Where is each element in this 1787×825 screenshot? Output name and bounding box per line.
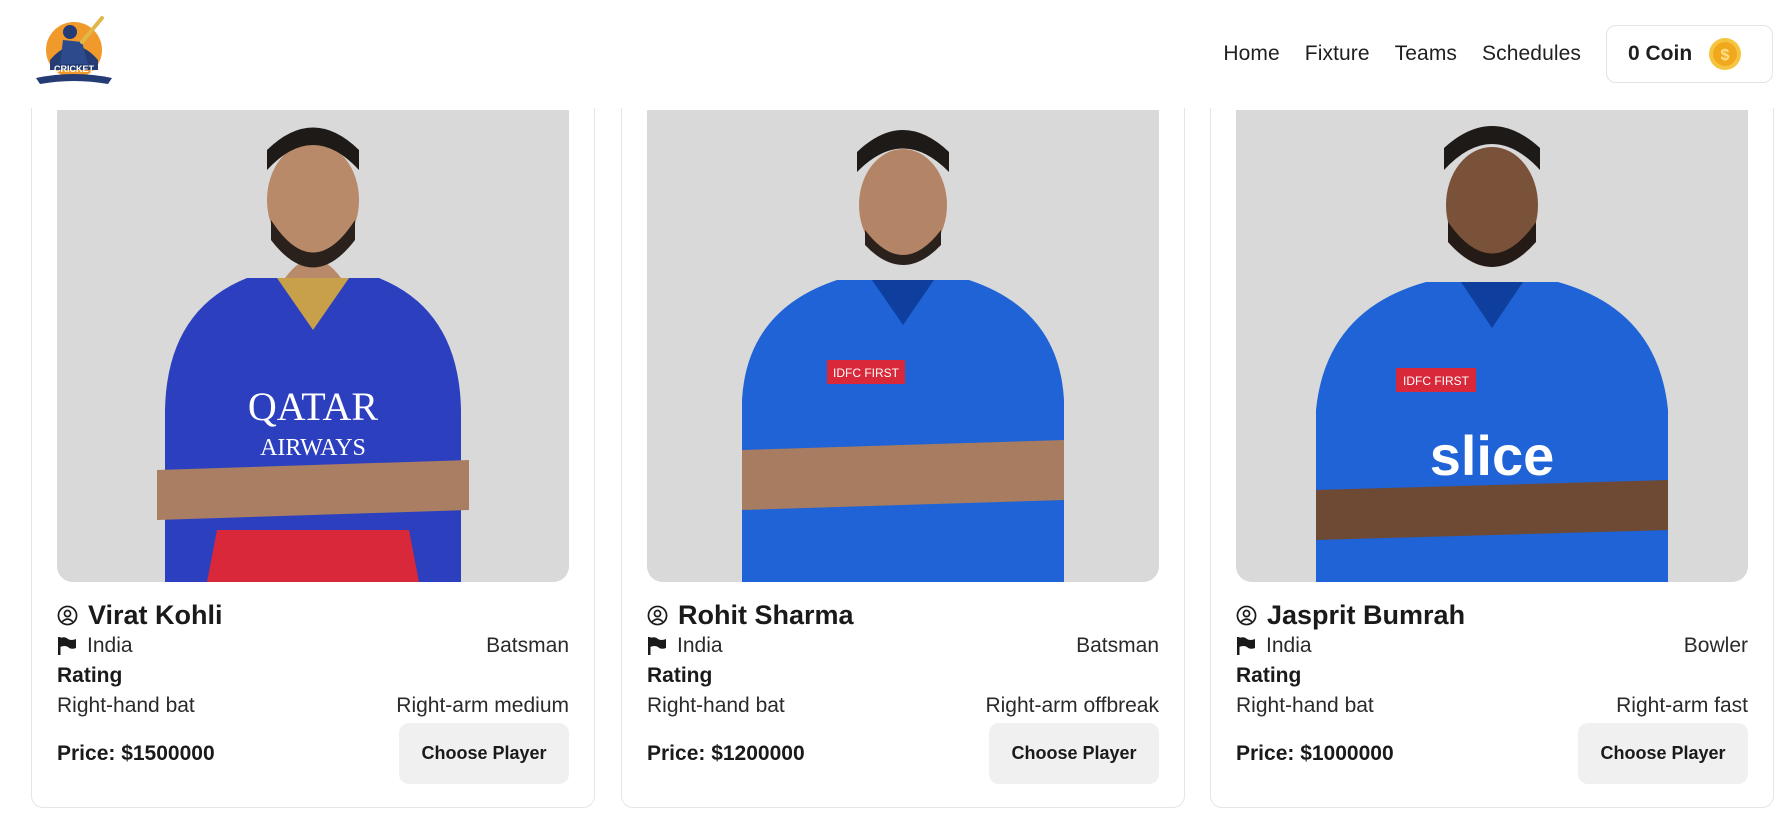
player-meta-row: India Batsman	[647, 634, 1159, 658]
player-role: Batsman	[486, 634, 569, 657]
player-role: Batsman	[1076, 634, 1159, 657]
player-name: Virat Kohli	[88, 600, 223, 630]
player-price: Price: $1000000	[1236, 741, 1394, 765]
player-card: QATAR AIRWAYS Virat Kohli India Batsman …	[31, 95, 595, 808]
svg-text:CRICKET: CRICKET	[54, 64, 95, 74]
player-country: India	[57, 634, 133, 658]
nav-teams[interactable]: Teams	[1395, 42, 1457, 66]
player-photo: IDFC FIRST	[647, 110, 1159, 582]
nav-links: Home Fixture Teams Schedules 0 Coin $	[1223, 0, 1787, 108]
player-name-row: Jasprit Bumrah	[1236, 600, 1465, 631]
coin-balance: 0 Coin	[1628, 42, 1693, 65]
player-name: Jasprit Bumrah	[1267, 600, 1466, 630]
player-style-row: Right-hand bat Right-arm offbreak	[647, 694, 1159, 718]
svg-text:slice: slice	[1430, 424, 1555, 487]
choose-player-button[interactable]: Choose Player	[989, 723, 1159, 784]
coin-icon: $	[1709, 38, 1742, 70]
bowling-style: Right-arm medium	[396, 694, 569, 717]
svg-text:IDFC FIRST: IDFC FIRST	[833, 366, 900, 380]
user-circle-icon	[647, 605, 668, 626]
user-circle-icon	[57, 605, 78, 626]
player-photo: QATAR AIRWAYS	[57, 110, 569, 582]
batting-style: Right-hand bat	[57, 694, 195, 717]
player-meta-row: India Batsman	[57, 634, 569, 658]
price-row: Price: $1000000 Choose Player	[1236, 723, 1748, 784]
player-name-row: Virat Kohli	[57, 600, 223, 631]
player-country-label: India	[677, 634, 723, 657]
choose-player-button[interactable]: Choose Player	[399, 723, 569, 784]
svg-text:$: $	[1721, 47, 1730, 64]
player-country-label: India	[1266, 634, 1312, 657]
bowling-style: Right-arm fast	[1616, 694, 1748, 717]
choose-player-button[interactable]: Choose Player	[1578, 723, 1748, 784]
player-name-row: Rohit Sharma	[647, 600, 854, 631]
player-card: IDFC FIRST slice Jasprit Bumrah India Bo…	[1210, 95, 1774, 808]
batting-style: Right-hand bat	[647, 694, 785, 717]
coin-balance-button[interactable]: 0 Coin $	[1606, 25, 1773, 83]
player-photo: IDFC FIRST slice	[1236, 110, 1748, 582]
flag-icon	[648, 637, 666, 655]
player-meta-row: India Bowler	[1236, 634, 1748, 658]
svg-text:AIRWAYS: AIRWAYS	[260, 435, 366, 461]
player-price: Price: $1500000	[57, 741, 215, 765]
player-price: Price: $1200000	[647, 741, 805, 765]
price-row: Price: $1200000 Choose Player	[647, 723, 1159, 784]
rating-label: Rating	[1236, 664, 1302, 687]
rating-label: Rating	[57, 664, 123, 687]
nav-home[interactable]: Home	[1223, 42, 1279, 66]
player-country: India	[1236, 634, 1312, 658]
cricket-logo[interactable]: CRICKET	[30, 12, 118, 92]
batting-style: Right-hand bat	[1236, 694, 1374, 717]
flag-icon	[58, 637, 76, 655]
flag-icon	[1237, 637, 1255, 655]
svg-text:IDFC FIRST: IDFC FIRST	[1403, 374, 1470, 388]
rating-label: Rating	[647, 664, 713, 687]
nav-fixture[interactable]: Fixture	[1305, 42, 1370, 66]
player-style-row: Right-hand bat Right-arm fast	[1236, 694, 1748, 718]
bowling-style: Right-arm offbreak	[985, 694, 1159, 717]
nav-schedules[interactable]: Schedules	[1482, 42, 1581, 66]
player-country: India	[647, 634, 723, 658]
svg-text:QATAR: QATAR	[248, 384, 378, 429]
player-card: IDFC FIRST Rohit Sharma India Batsman Ra…	[621, 95, 1185, 808]
user-circle-icon	[1236, 605, 1257, 626]
navbar: CRICKET Home Fixture Teams Schedules 0 C…	[0, 0, 1787, 108]
player-country-label: India	[87, 634, 133, 657]
player-role: Bowler	[1683, 634, 1748, 657]
player-style-row: Right-hand bat Right-arm medium	[57, 694, 569, 718]
price-row: Price: $1500000 Choose Player	[57, 723, 569, 784]
player-name: Rohit Sharma	[678, 600, 854, 630]
